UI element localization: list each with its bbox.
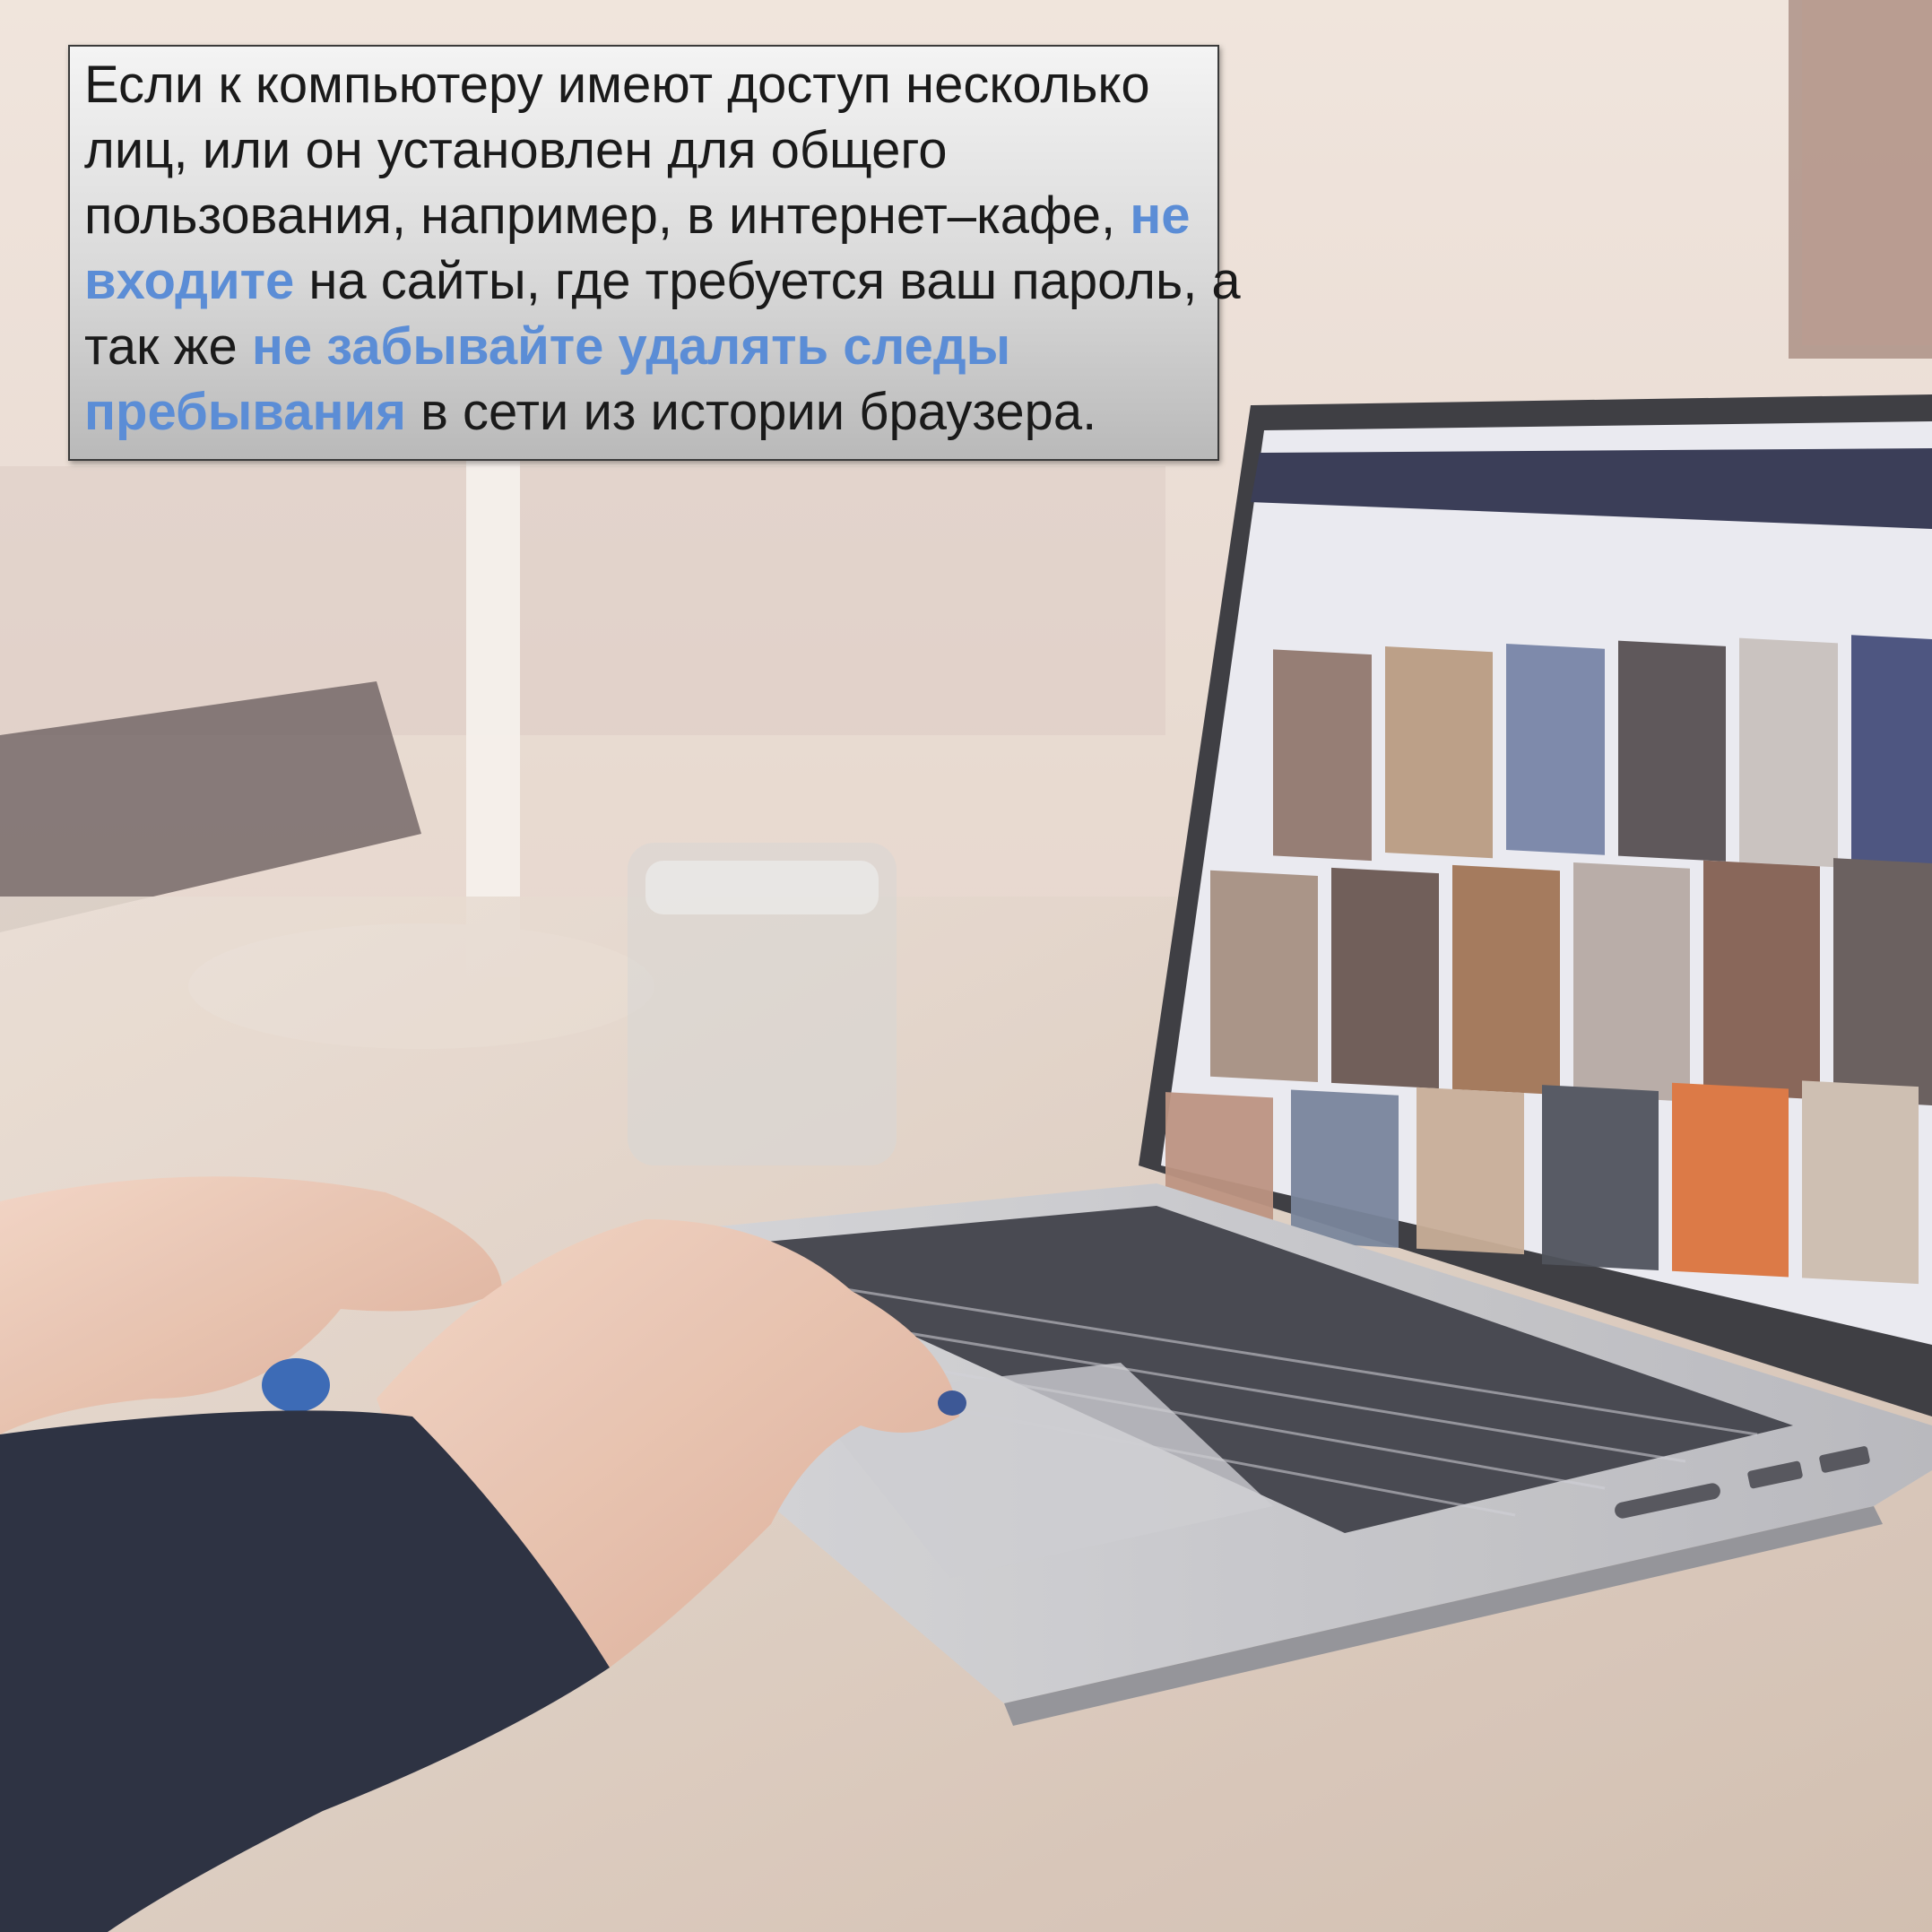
caption-part-3: в сети из истории браузера. (406, 383, 1097, 441)
caption-text: Если к компьютеру имеют доступ несколько… (84, 52, 1241, 445)
caption-part-1: Если к компьютеру имеют доступ несколько… (84, 56, 1150, 245)
